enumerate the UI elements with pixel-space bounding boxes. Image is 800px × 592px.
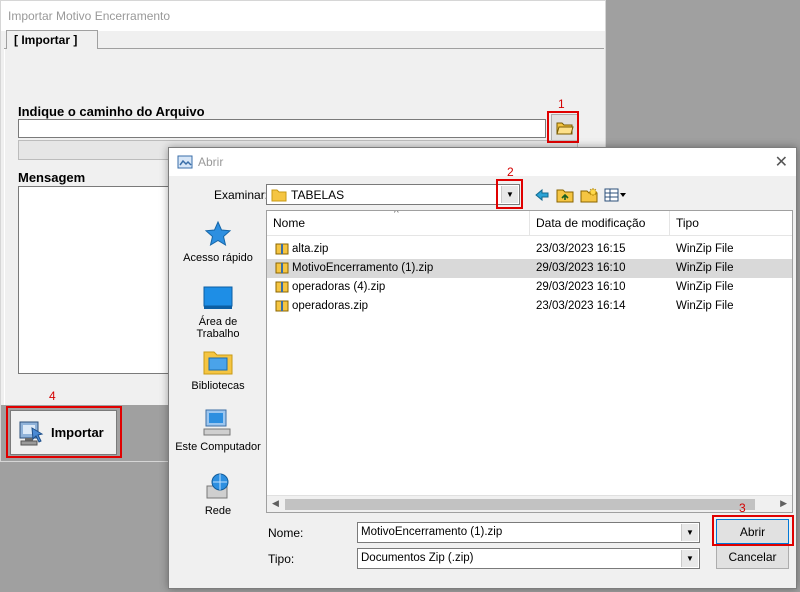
callout-number-1: 1	[558, 97, 565, 111]
callout-box-3	[712, 515, 794, 546]
file-date: 29/03/2023 16:10	[536, 281, 626, 293]
cancel-button[interactable]: Cancelar	[716, 544, 789, 569]
file-type: WinZip File	[676, 300, 734, 312]
column-name[interactable]: Nome	[273, 216, 305, 230]
desktop-icon	[203, 286, 233, 309]
horizontal-scrollbar[interactable]: ◀ ▶	[267, 495, 792, 512]
callout-box-4	[6, 406, 122, 458]
dialog-toolbar	[534, 186, 628, 204]
place-label: Acesso rápido	[183, 252, 253, 264]
place-this-computer[interactable]: Este Computador	[173, 408, 263, 453]
file-type: WinZip File	[676, 262, 734, 274]
look-in-label: Examinar:	[214, 188, 269, 202]
callout-box-1	[547, 111, 579, 143]
filename-label: Nome:	[268, 526, 304, 540]
main-title-bar: Importar Motivo Encerramento	[1, 1, 605, 31]
place-label: Área de Trabalho	[196, 316, 240, 340]
network-globe-icon	[206, 473, 229, 499]
file-type: WinZip File	[676, 281, 734, 293]
file-row[interactable]: operadoras.zip 23/03/2023 16:14 WinZip F…	[267, 297, 792, 316]
look-in-value: TABELAS	[291, 188, 345, 202]
chevron-down-icon[interactable]: ▼	[681, 524, 698, 541]
column-divider[interactable]	[669, 211, 670, 236]
new-folder-icon[interactable]	[580, 187, 598, 203]
star-icon	[204, 220, 232, 247]
column-divider[interactable]	[529, 211, 530, 236]
dialog-title-bar: Abrir ✕	[169, 148, 796, 176]
filetype-dropdown[interactable]: Documentos Zip (.zip) ▼	[357, 548, 700, 569]
zip-file-icon	[275, 243, 289, 255]
place-quick-access[interactable]: Acesso rápido	[173, 219, 263, 264]
place-libraries[interactable]: Bibliotecas	[173, 347, 263, 392]
file-date: 29/03/2023 16:10	[536, 262, 626, 274]
place-label: Bibliotecas	[191, 380, 245, 392]
open-file-dialog: Abrir ✕ Examinar: TABELAS ▼ 2 Acesso ráp…	[168, 147, 797, 589]
column-date[interactable]: Data de modificação	[536, 216, 645, 230]
place-label: Rede	[204, 505, 232, 517]
scroll-left-icon[interactable]: ◀	[272, 498, 279, 509]
dialog-app-icon	[177, 155, 193, 169]
path-label: Indique o caminho do Arquivo	[18, 104, 205, 119]
file-list[interactable]: ^ Nome Data de modificação Tipo alta.zip…	[266, 210, 793, 513]
file-row-selected[interactable]: MotivoEncerramento (1).zip 29/03/2023 16…	[267, 259, 792, 278]
libraries-folder-icon	[203, 351, 233, 375]
place-label: Este Computador	[175, 441, 261, 453]
file-name: alta.zip	[292, 243, 329, 255]
scroll-right-icon[interactable]: ▶	[780, 498, 787, 509]
zip-file-icon	[275, 300, 289, 312]
dialog-title: Abrir	[198, 155, 224, 169]
place-network[interactable]: Rede	[173, 472, 263, 517]
callout-number-3: 3	[739, 501, 746, 515]
close-icon[interactable]: ✕	[775, 152, 788, 172]
filetype-value: Documentos Zip (.zip)	[361, 552, 474, 564]
file-row[interactable]: alta.zip 23/03/2023 16:15 WinZip File	[267, 240, 792, 259]
sort-ascending-icon: ^	[394, 210, 399, 219]
zip-file-icon	[275, 262, 289, 274]
computer-icon	[203, 409, 231, 436]
message-label: Mensagem	[18, 170, 86, 185]
place-desktop[interactable]: Área de Trabalho	[173, 283, 263, 340]
file-type: WinZip File	[676, 243, 734, 255]
folder-icon	[271, 189, 287, 202]
file-name: MotivoEncerramento (1).zip	[292, 262, 434, 274]
filename-input[interactable]: MotivoEncerramento (1).zip ▼	[357, 522, 700, 543]
chevron-down-icon[interactable]: ▼	[681, 550, 698, 567]
path-input[interactable]	[18, 119, 546, 138]
file-date: 23/03/2023 16:14	[536, 300, 626, 312]
file-date: 23/03/2023 16:15	[536, 243, 626, 255]
places-bar: Acesso rápido Área de Trabalho Bibliotec…	[173, 211, 263, 518]
callout-number-4: 4	[49, 389, 56, 403]
callout-box-2	[496, 179, 523, 209]
filetype-label: Tipo:	[268, 552, 295, 566]
file-name: operadoras.zip	[292, 300, 369, 312]
column-type[interactable]: Tipo	[676, 216, 699, 230]
file-row[interactable]: operadoras (4).zip 29/03/2023 16:10 WinZ…	[267, 278, 792, 297]
view-menu-icon[interactable]	[604, 188, 628, 202]
up-folder-icon[interactable]	[556, 187, 574, 203]
look-in-dropdown[interactable]: TABELAS ▼	[266, 184, 520, 205]
file-list-header: ^ Nome Data de modificação Tipo	[267, 211, 792, 236]
file-name: operadoras (4).zip	[292, 281, 386, 293]
tab-strip: [ Importar ]	[4, 30, 604, 50]
filename-value: MotivoEncerramento (1).zip	[361, 526, 503, 538]
scrollbar-thumb[interactable]	[285, 499, 755, 510]
tab-importar[interactable]: [ Importar ]	[6, 30, 98, 50]
main-window-title: Importar Motivo Encerramento	[8, 9, 171, 23]
callout-number-2: 2	[507, 165, 514, 179]
zip-file-icon	[275, 281, 289, 293]
back-arrow-icon[interactable]	[534, 188, 550, 202]
